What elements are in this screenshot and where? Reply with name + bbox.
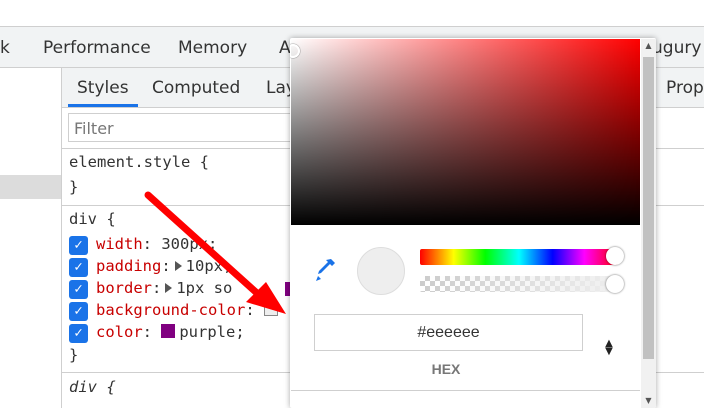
property-value[interactable]: purple; — [179, 323, 244, 341]
tab-styles[interactable]: Styles — [68, 68, 138, 107]
close-brace: } — [69, 178, 79, 196]
saturation-value-area[interactable] — [290, 39, 640, 225]
tab-properties[interactable]: Prop — [666, 68, 704, 107]
property-value[interactable]: 10px; — [186, 257, 233, 275]
tab-memory[interactable]: Memory — [178, 27, 247, 67]
selected-node-row[interactable] — [0, 175, 61, 199]
expand-triangle-icon[interactable] — [174, 261, 182, 271]
property-name[interactable]: background-color — [96, 301, 245, 319]
format-label: HEX — [431, 361, 461, 377]
format-toggle-icon[interactable]: ▲ ▼ — [602, 339, 616, 360]
property-value[interactable]: 300px; — [161, 235, 217, 253]
expand-triangle-icon[interactable] — [165, 283, 173, 293]
tab-partial-right[interactable]: ugury — [652, 27, 701, 67]
scroll-up-icon[interactable]: ▲ — [641, 39, 656, 53]
tab-partial-left[interactable]: k — [0, 27, 10, 67]
elements-tree-pane — [0, 68, 62, 408]
top-strip — [0, 0, 704, 27]
tab-partial-application[interactable]: A — [279, 27, 291, 67]
hue-slider[interactable] — [420, 249, 618, 265]
picker-scrollbar[interactable]: ▲ ▼ — [641, 39, 656, 408]
color-swatch[interactable] — [161, 324, 176, 338]
property-name[interactable]: width — [96, 235, 143, 253]
tab-performance[interactable]: Performance — [43, 27, 151, 67]
color-picker-popup: ▲ ▼ #eeeeee ▲ ▼ HEX — [290, 38, 656, 408]
hue-slider-handle[interactable] — [606, 247, 624, 265]
alpha-slider[interactable] — [420, 276, 618, 292]
color-cursor[interactable] — [290, 44, 300, 58]
checkbox-icon[interactable]: ✓ — [69, 236, 88, 255]
hex-input[interactable]: #eeeeee — [314, 314, 583, 351]
checkbox-icon[interactable]: ✓ — [69, 324, 88, 343]
eyedropper-icon[interactable] — [314, 256, 338, 284]
scrollbar-thumb[interactable] — [643, 57, 654, 359]
color-preview-swatch — [357, 247, 405, 295]
next-rule-selector: div { — [69, 378, 116, 396]
filter-input[interactable]: Filter — [68, 113, 308, 142]
checkbox-icon[interactable]: ✓ — [69, 302, 88, 321]
scroll-down-icon[interactable]: ▼ — [641, 394, 656, 408]
close-brace: } — [69, 346, 79, 364]
color-swatch[interactable] — [263, 302, 278, 316]
element-style-selector: element.style { — [69, 153, 209, 171]
alpha-slider-handle[interactable] — [606, 275, 624, 293]
picker-divider — [291, 390, 640, 391]
property-name[interactable]: color — [96, 323, 143, 341]
property-name[interactable]: border — [96, 279, 152, 297]
checkbox-icon[interactable]: ✓ — [69, 258, 88, 277]
property-value[interactable]: 1px so — [176, 279, 232, 297]
div-selector: div { — [69, 210, 116, 228]
property-name[interactable]: padding — [96, 257, 161, 275]
tab-computed[interactable]: Computed — [152, 68, 240, 107]
checkbox-icon[interactable]: ✓ — [69, 280, 88, 299]
